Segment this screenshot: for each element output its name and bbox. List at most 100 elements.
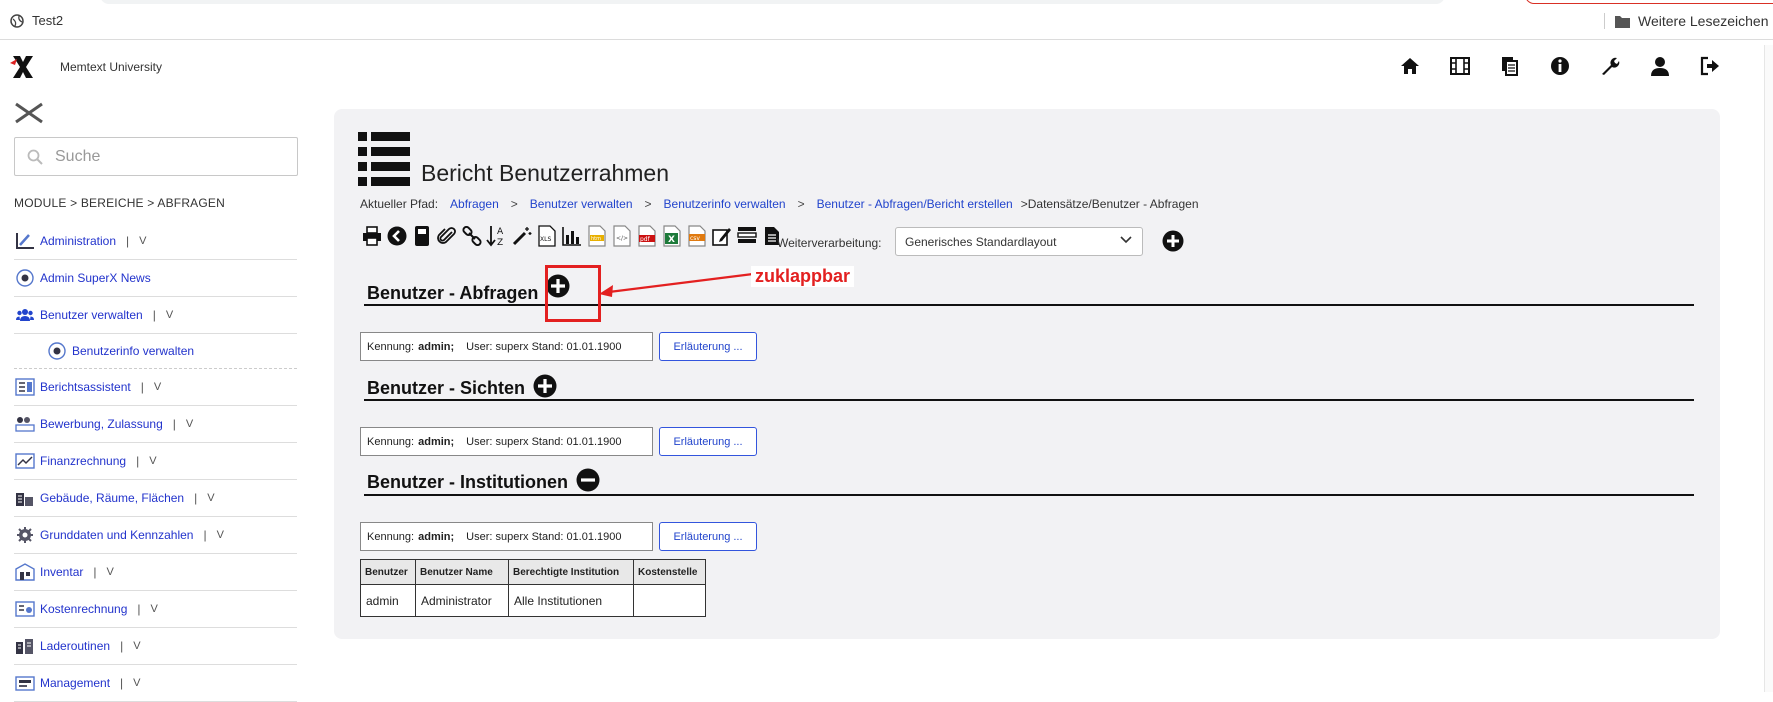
- pdf-file-icon[interactable]: pdf: [635, 223, 658, 249]
- close-menu-icon[interactable]: [14, 102, 44, 129]
- wand-icon[interactable]: [510, 223, 533, 249]
- sidebar-item-bewerbung-zulassung[interactable]: Bewerbung, Zulassung | V: [14, 406, 297, 443]
- add-layout-button[interactable]: [1162, 230, 1184, 257]
- expand-toggle[interactable]: V: [133, 677, 140, 689]
- link-icon[interactable]: [460, 223, 483, 249]
- chart-icon[interactable]: [560, 223, 583, 249]
- address-bar[interactable]: [100, 0, 1445, 4]
- path-link-bericht-erstellen[interactable]: Benutzer - Abfragen/Bericht erstellen: [817, 197, 1013, 211]
- erlaeuterung-button[interactable]: Erläuterung ...: [659, 522, 757, 551]
- html-file-icon[interactable]: htm: [585, 223, 608, 249]
- browser-action-button[interactable]: [1525, 0, 1773, 4]
- expand-toggle[interactable]: V: [151, 603, 158, 615]
- column-header[interactable]: Benutzer: [360, 559, 416, 585]
- sidebar-item-label[interactable]: Benutzer verwalten: [40, 308, 143, 322]
- csv-file-icon[interactable]: csv: [685, 223, 708, 249]
- sidebar-item-grunddaten[interactable]: Grunddaten und Kennzahlen | V: [14, 517, 297, 554]
- path-link-benutzerinfo-verwalten[interactable]: Benutzerinfo verwalten: [664, 197, 786, 211]
- column-header[interactable]: Berechtigte Institution: [508, 559, 634, 585]
- erlaeuterung-button[interactable]: Erläuterung ...: [659, 332, 757, 361]
- cost-icon: [14, 598, 36, 620]
- xls-icon[interactable]: XLS: [535, 223, 558, 249]
- sidebar-item-admin-superx-news[interactable]: Admin SuperX News: [14, 260, 297, 297]
- sidebar-item-label[interactable]: Laderoutinen: [40, 639, 110, 653]
- sidebar-item-kostenrechnung[interactable]: Kostenrechnung | V: [14, 591, 297, 628]
- film-icon[interactable]: [1448, 54, 1472, 78]
- svg-text:A: A: [497, 227, 504, 237]
- sort-az-icon[interactable]: AZ: [485, 223, 508, 249]
- column-header[interactable]: Kostenstelle: [633, 559, 706, 585]
- expand-toggle[interactable]: V: [149, 455, 156, 467]
- expand-toggle[interactable]: V: [133, 640, 140, 652]
- path-link-abfragen[interactable]: Abfragen: [450, 197, 499, 211]
- sidebar-item-finanzrechnung[interactable]: Finanzrechnung | V: [14, 443, 297, 480]
- search-field[interactable]: [14, 137, 298, 176]
- expand-toggle[interactable]: V: [139, 235, 146, 247]
- logout-icon[interactable]: [1698, 54, 1722, 78]
- expand-toggle[interactable]: V: [166, 309, 173, 321]
- sidebar-item-administration[interactable]: Administration | V: [14, 223, 297, 260]
- minus-circle-icon[interactable]: [576, 468, 600, 492]
- superx-logo[interactable]: [10, 54, 36, 85]
- sidebar-item-label[interactable]: Gebäude, Räume, Flächen: [40, 491, 184, 505]
- sidebar-item-label[interactable]: Kostenrechnung: [40, 602, 127, 616]
- bookmark-test2[interactable]: Test2: [10, 13, 63, 28]
- sidebar-item-label[interactable]: Finanzrechnung: [40, 454, 126, 468]
- user-icon[interactable]: [1648, 54, 1672, 78]
- svg-text:XLS: XLS: [540, 236, 551, 243]
- erlaeuterung-button[interactable]: Erläuterung ...: [659, 427, 757, 456]
- print-icon[interactable]: [360, 223, 383, 249]
- expand-toggle[interactable]: V: [106, 566, 113, 578]
- weiterverarbeitung-select[interactable]: Generisches Standardlayout: [895, 227, 1143, 256]
- excel-file-icon[interactable]: X: [660, 223, 683, 249]
- sidebar-item-benutzer-verwalten[interactable]: Benutzer verwalten | V: [14, 297, 297, 334]
- wrench-icon[interactable]: [1598, 54, 1622, 78]
- edit-icon[interactable]: [710, 223, 733, 249]
- expand-toggle[interactable]: V: [217, 529, 224, 541]
- svg-text:X: X: [668, 235, 675, 245]
- radio-dot-icon: [14, 267, 36, 289]
- back-icon[interactable]: [385, 223, 408, 249]
- sidebar-item-label[interactable]: Inventar: [40, 565, 83, 579]
- user-stand: User: superx Stand: 01.01.1900: [466, 340, 622, 353]
- path-label: Aktueller Pfad:: [360, 197, 439, 211]
- page-scrollbar[interactable]: [1764, 45, 1773, 692]
- sidebar-item-berichtsassistent[interactable]: Berichtsassistent | V: [14, 369, 297, 406]
- sidebar-item-label[interactable]: Admin SuperX News: [40, 271, 151, 285]
- expand-toggle[interactable]: V: [207, 492, 214, 504]
- kennung-value: admin;: [418, 340, 455, 353]
- separator: |: [136, 454, 140, 468]
- section-title-text: Benutzer - Institutionen: [367, 472, 568, 492]
- sidebar-item-gebaeude[interactable]: Gebäude, Räume, Flächen | V: [14, 480, 297, 517]
- path-link-benutzer-verwalten[interactable]: Benutzer verwalten: [530, 197, 633, 211]
- sidebar-item-label[interactable]: Management: [40, 676, 110, 690]
- column-header[interactable]: Benutzer Name: [415, 559, 509, 585]
- separator: |: [140, 380, 144, 394]
- expand-toggle[interactable]: V: [154, 381, 161, 393]
- copy-icon[interactable]: [1498, 54, 1522, 78]
- attach-icon[interactable]: [435, 223, 458, 249]
- plus-circle-icon[interactable]: [533, 374, 557, 398]
- sidebar-item-label[interactable]: Berichtsassistent: [40, 380, 131, 394]
- save-icon[interactable]: [410, 223, 433, 249]
- info-icon[interactable]: [1548, 54, 1572, 78]
- bookmarks-folder[interactable]: Weitere Lesezeichen: [1615, 13, 1768, 29]
- list-table-icon[interactable]: [735, 223, 758, 249]
- search-input[interactable]: [53, 146, 273, 167]
- section-divider: [364, 494, 1694, 496]
- xml-file-icon[interactable]: </>: [610, 223, 633, 249]
- sidebar-item-label[interactable]: Benutzerinfo verwalten: [72, 344, 194, 358]
- sidebar-item-label[interactable]: Bewerbung, Zulassung: [40, 417, 163, 431]
- path-separator: >: [644, 197, 652, 211]
- path-separator: >: [797, 197, 805, 211]
- sidebar-item-label[interactable]: Administration: [40, 234, 116, 248]
- sidebar-item-management[interactable]: Management | V: [14, 665, 297, 702]
- section-title-institutionen: Benutzer - Institutionen: [367, 468, 600, 493]
- sidebar-item-laderoutinen[interactable]: Laderoutinen | V: [14, 628, 297, 665]
- sidebar-item-label[interactable]: Grunddaten und Kennzahlen: [40, 528, 193, 542]
- home-icon[interactable]: [1398, 54, 1422, 78]
- sidebar-item-benutzerinfo-verwalten[interactable]: Benutzerinfo verwalten: [14, 334, 297, 369]
- sidebar-item-inventar[interactable]: Inventar | V: [14, 554, 297, 591]
- expand-toggle[interactable]: V: [186, 418, 193, 430]
- user-stand: User: superx Stand: 01.01.1900: [466, 530, 622, 543]
